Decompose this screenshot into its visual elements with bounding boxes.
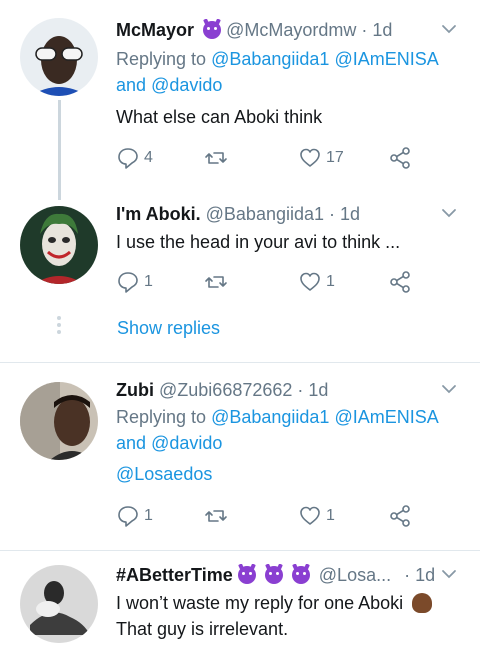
timestamp[interactable]: · 1d (404, 565, 435, 585)
replying-to-label: Replying to (116, 49, 207, 69)
tweet-text: I won’t waste my reply for one Aboki Tha… (116, 590, 460, 642)
like-count: 17 (326, 149, 344, 166)
replying-handles[interactable]: @Babangiida1 @IAmENISA (211, 49, 439, 69)
tweet-header: Zubi @Zubi66872662 · 1d (116, 379, 432, 401)
avatar-aboki[interactable] (20, 206, 98, 284)
tweet-header: McMayor @McMayordmw · 1d (116, 19, 432, 41)
user-handle[interactable]: @Losa... (319, 565, 391, 585)
tweet-aboki[interactable]: I'm Aboki. @Babangiida1 · 1d I use the h… (0, 200, 480, 362)
devil-emoji-icon (237, 566, 256, 584)
devil-emoji-icon (203, 21, 222, 39)
chevron-down-icon[interactable] (440, 20, 458, 38)
replying-and: and (116, 433, 147, 453)
avatar-abettertime[interactable] (20, 565, 98, 643)
reply-icon (118, 148, 138, 169)
chevron-down-icon[interactable] (440, 380, 458, 398)
tweet-header: #ABetterTime @Losa... · 1d (116, 564, 440, 586)
tweet-text: What else can Aboki think (116, 107, 323, 127)
share-icon (390, 505, 410, 527)
replying-to-label: Replying to (116, 407, 207, 427)
user-handle[interactable]: @Zubi66872662 (159, 380, 292, 400)
chevron-down-icon[interactable] (440, 565, 458, 583)
heart-icon (300, 506, 320, 525)
like-count: 1 (326, 507, 335, 524)
display-name[interactable]: Zubi (116, 380, 154, 400)
user-handle[interactable]: @Babangiida1 (206, 204, 324, 224)
share-button[interactable] (388, 503, 412, 529)
tweet-actions: 1 1 (116, 269, 426, 295)
thread-line (58, 100, 61, 200)
retweet-icon (205, 276, 227, 288)
thread-dots (57, 316, 61, 337)
replying-handle-davido[interactable]: @davido (151, 75, 222, 95)
retweet-button[interactable] (204, 269, 232, 295)
share-icon (390, 271, 410, 293)
reply-button[interactable]: 4 (116, 145, 153, 171)
reply-count: 4 (144, 149, 153, 166)
reply-icon (118, 506, 138, 527)
retweet-icon (205, 510, 227, 522)
reply-button[interactable]: 1 (116, 503, 153, 529)
timestamp[interactable]: · 1d (361, 20, 392, 40)
share-icon (390, 147, 410, 169)
chevron-down-icon[interactable] (440, 204, 458, 222)
tweet-zubi[interactable]: Zubi @Zubi66872662 · 1d Replying to @Bab… (0, 363, 480, 550)
display-name[interactable]: #ABetterTime (116, 565, 233, 585)
tweet-actions: 1 1 (116, 503, 426, 529)
reply-count: 1 (144, 507, 153, 524)
retweet-button[interactable] (204, 145, 232, 171)
mention-link[interactable]: @Losaedos (116, 461, 460, 487)
display-name[interactable]: McMayor (116, 20, 194, 40)
avatar-mcmayor[interactable] (20, 18, 98, 96)
like-button[interactable]: 17 (298, 145, 344, 171)
tweet-text: I use the head in your avi to think ... (116, 232, 401, 252)
replying-to: Replying to @Babangiida1 @IAmENISA and @… (116, 404, 460, 456)
retweet-icon (205, 152, 227, 164)
replying-handles[interactable]: @Babangiida1 @IAmENISA (211, 407, 439, 427)
tweet-text-line2: That guy is irrelevant. (116, 619, 289, 639)
tweet-mcmayor[interactable]: McMayor @McMayordmw · 1d Replying to @Ba… (0, 0, 480, 200)
facepalm-emoji-icon (412, 593, 433, 613)
show-replies-link[interactable]: Show replies (117, 318, 220, 339)
replying-to: Replying to @Babangiida1 @IAmENISA and @… (116, 46, 460, 98)
heart-icon (300, 148, 320, 167)
tweet-header: I'm Aboki. @Babangiida1 · 1d (116, 203, 432, 225)
like-button[interactable]: 1 (298, 503, 335, 529)
tweet-abettertime[interactable]: #ABetterTime @Losa... · 1d I won’t waste… (0, 551, 480, 645)
reply-count: 1 (144, 273, 153, 290)
user-handle[interactable]: @McMayordmw (226, 20, 356, 40)
replying-handle-davido[interactable]: @davido (151, 433, 222, 453)
display-name[interactable]: I'm Aboki. (116, 204, 201, 224)
share-button[interactable] (388, 145, 412, 171)
like-button[interactable]: 1 (298, 269, 335, 295)
tweet-text-line1: I won’t waste my reply for one Aboki (116, 593, 404, 613)
heart-icon (300, 272, 320, 291)
replying-and: and (116, 75, 147, 95)
tweet-actions: 4 17 (116, 145, 426, 171)
reply-icon (118, 272, 138, 293)
timestamp[interactable]: · 1d (329, 204, 360, 224)
avatar-zubi[interactable] (20, 382, 98, 460)
timestamp[interactable]: · 1d (297, 380, 328, 400)
devil-emoji-icon (291, 566, 310, 584)
retweet-button[interactable] (204, 503, 232, 529)
reply-button[interactable]: 1 (116, 269, 153, 295)
devil-emoji-icon (264, 566, 283, 584)
share-button[interactable] (388, 269, 412, 295)
like-count: 1 (326, 273, 335, 290)
